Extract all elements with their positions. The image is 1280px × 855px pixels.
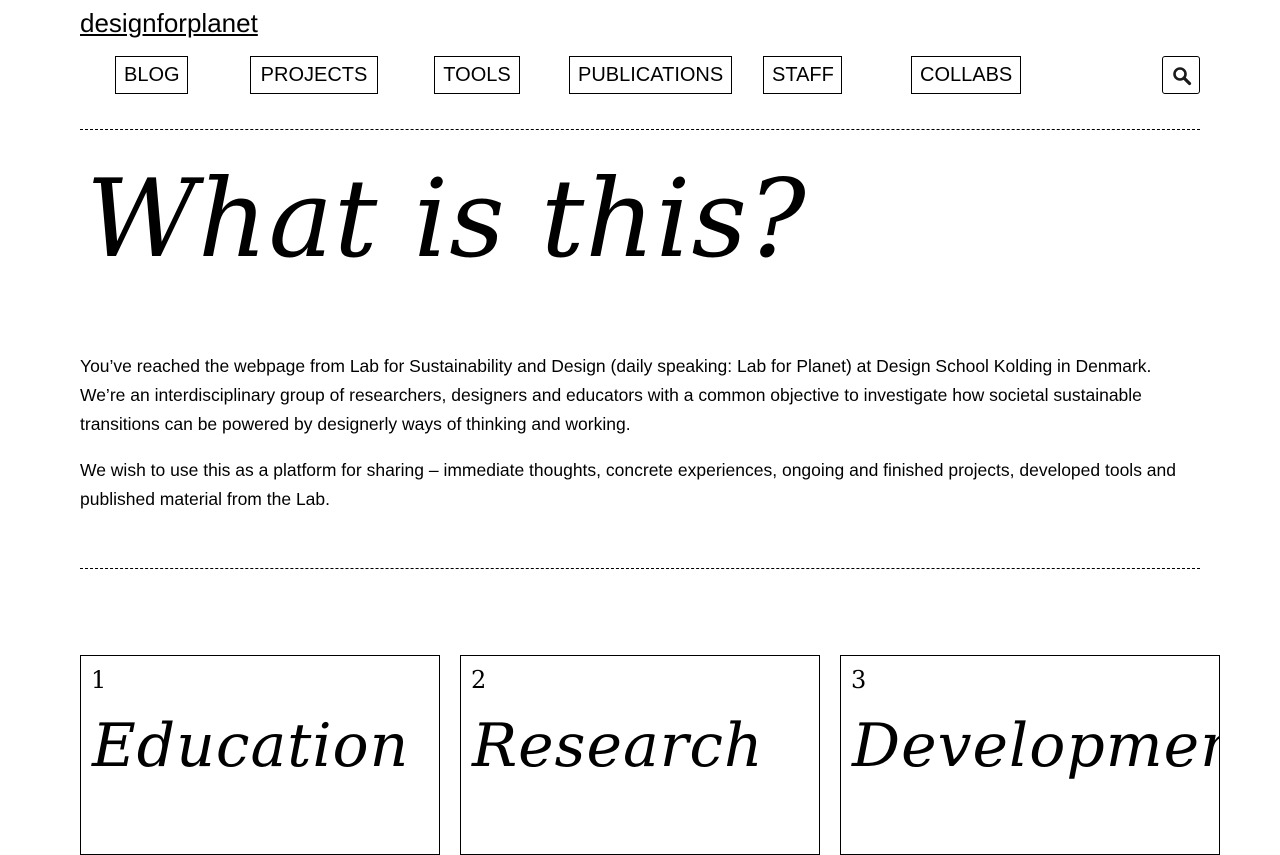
card-number: 2	[471, 666, 487, 694]
site-logo-link[interactable]: designforplanet	[80, 8, 258, 38]
card-number: 3	[851, 666, 867, 694]
intro-text: You’ve reached the webpage from Lab for …	[80, 352, 1200, 531]
intro-paragraph: We wish to use this as a platform for sh…	[80, 460, 1177, 509]
card-title: Education	[92, 711, 410, 781]
search-button[interactable]	[1162, 56, 1200, 94]
nav-staff-button[interactable]: STAFF	[763, 56, 842, 94]
page-title: What is this?	[86, 157, 807, 282]
card-education[interactable]: 1 Education	[80, 655, 440, 855]
nav-blog-button[interactable]: BLOG	[115, 56, 188, 94]
intro-paragraph: You’ve reached the webpage from Lab for …	[80, 356, 1152, 434]
card-research[interactable]: 2 Research	[460, 655, 820, 855]
nav-collabs-button[interactable]: COLLABS	[911, 56, 1021, 94]
card-title: Development	[852, 711, 1219, 781]
section-divider	[80, 568, 1200, 569]
card-development[interactable]: 3 Development	[840, 655, 1220, 855]
search-icon	[1173, 67, 1192, 86]
nav-tools-button[interactable]: TOOLS	[434, 56, 520, 94]
card-number: 1	[91, 666, 107, 694]
nav-projects-button[interactable]: PROJECTS	[250, 56, 378, 94]
nav-publications-button[interactable]: PUBLICATIONS	[569, 56, 732, 94]
header-divider	[80, 129, 1200, 130]
card-title: Research	[472, 711, 764, 781]
